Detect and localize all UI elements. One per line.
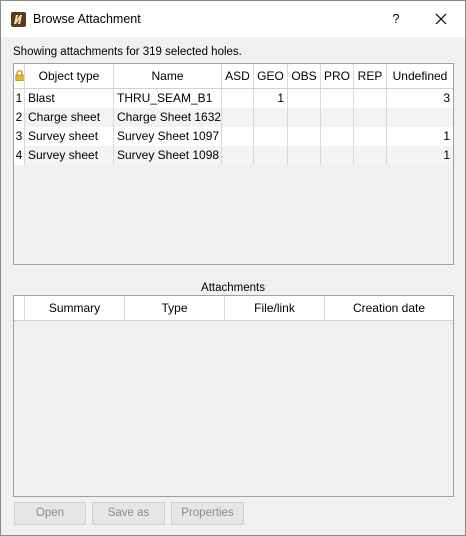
cell-geo[interactable] bbox=[254, 108, 288, 127]
properties-button[interactable]: Properties bbox=[171, 502, 244, 525]
cell-object-type[interactable]: Charge sheet bbox=[25, 108, 114, 127]
attachments-label: Attachments bbox=[201, 282, 265, 294]
open-button[interactable]: Open bbox=[14, 502, 86, 525]
objects-table: Object type Name ASD GEO OBS PRO REP Und… bbox=[13, 63, 454, 265]
cell-undefined[interactable]: 1 bbox=[387, 146, 453, 165]
table-row[interactable]: 2 Charge sheet Charge Sheet 1632 bbox=[14, 108, 453, 127]
column-header-summary[interactable]: Summary bbox=[25, 296, 125, 320]
column-header-file-link[interactable]: File/link bbox=[225, 296, 325, 320]
close-button[interactable] bbox=[429, 7, 453, 31]
cell-object-type[interactable]: Blast bbox=[25, 89, 114, 108]
objects-table-empty-area bbox=[14, 165, 453, 264]
row-number: 3 bbox=[14, 127, 25, 146]
cell-undefined[interactable] bbox=[387, 108, 453, 127]
cell-obs[interactable] bbox=[288, 127, 321, 146]
cell-name[interactable]: THRU_SEAM_B1 bbox=[114, 89, 222, 108]
cell-name[interactable]: Survey Sheet 1097 bbox=[114, 127, 222, 146]
cell-object-type[interactable]: Survey sheet bbox=[25, 127, 114, 146]
cell-object-type[interactable]: Survey sheet bbox=[25, 146, 114, 165]
cell-rep[interactable] bbox=[354, 108, 387, 127]
cell-pro[interactable] bbox=[321, 108, 354, 127]
header-corner bbox=[14, 296, 25, 320]
cell-obs[interactable] bbox=[288, 146, 321, 165]
column-header-geo[interactable]: GEO bbox=[254, 64, 288, 88]
cell-obs[interactable] bbox=[288, 108, 321, 127]
lock-icon bbox=[14, 70, 24, 81]
column-header-undefined[interactable]: Undefined bbox=[387, 64, 453, 88]
column-header-creation-date[interactable]: Creation date bbox=[325, 296, 453, 320]
close-icon bbox=[435, 13, 447, 25]
column-header-obs[interactable]: OBS bbox=[288, 64, 321, 88]
app-logo-icon bbox=[11, 12, 26, 27]
table-row[interactable]: 4 Survey sheet Survey Sheet 1098 1 bbox=[14, 146, 453, 165]
cell-undefined[interactable]: 1 bbox=[387, 127, 453, 146]
cell-geo[interactable]: 1 bbox=[254, 89, 288, 108]
cell-pro[interactable] bbox=[321, 146, 354, 165]
title-bar: Browse Attachment ? bbox=[1, 1, 465, 37]
attachments-table-header: Summary Type File/link Creation date bbox=[14, 296, 453, 321]
help-button[interactable]: ? bbox=[385, 7, 407, 31]
cell-geo[interactable] bbox=[254, 127, 288, 146]
column-header-asd[interactable]: ASD bbox=[222, 64, 254, 88]
cell-name[interactable]: Charge Sheet 1632 bbox=[114, 108, 222, 127]
cell-asd[interactable] bbox=[222, 146, 254, 165]
column-header-rep[interactable]: REP bbox=[354, 64, 387, 88]
cell-rep[interactable] bbox=[354, 127, 387, 146]
cell-pro[interactable] bbox=[321, 89, 354, 108]
table-row[interactable]: 1 Blast THRU_SEAM_B1 1 3 bbox=[14, 89, 453, 108]
cell-rep[interactable] bbox=[354, 146, 387, 165]
column-header-type[interactable]: Type bbox=[125, 296, 225, 320]
row-number: 2 bbox=[14, 108, 25, 127]
column-header-object-type[interactable]: Object type bbox=[25, 64, 114, 88]
cell-asd[interactable] bbox=[222, 108, 254, 127]
table-row[interactable]: 3 Survey sheet Survey Sheet 1097 1 bbox=[14, 127, 453, 146]
selection-info-text: Showing attachments for 319 selected hol… bbox=[13, 46, 242, 58]
column-header-pro[interactable]: PRO bbox=[321, 64, 354, 88]
cell-asd[interactable] bbox=[222, 127, 254, 146]
browse-attachment-dialog: Browse Attachment ? Showing attachments … bbox=[0, 0, 466, 536]
cell-name[interactable]: Survey Sheet 1098 bbox=[114, 146, 222, 165]
window-title: Browse Attachment bbox=[33, 12, 141, 26]
save-as-button[interactable]: Save as bbox=[92, 502, 165, 525]
cell-asd[interactable] bbox=[222, 89, 254, 108]
cell-undefined[interactable]: 3 bbox=[387, 89, 453, 108]
row-number: 4 bbox=[14, 146, 25, 165]
lock-column-header[interactable] bbox=[14, 64, 25, 88]
cell-pro[interactable] bbox=[321, 127, 354, 146]
row-number: 1 bbox=[14, 89, 25, 108]
objects-table-header: Object type Name ASD GEO OBS PRO REP Und… bbox=[14, 64, 453, 89]
cell-geo[interactable] bbox=[254, 146, 288, 165]
cell-obs[interactable] bbox=[288, 89, 321, 108]
column-header-name[interactable]: Name bbox=[114, 64, 222, 88]
attachments-table: Summary Type File/link Creation date bbox=[13, 295, 454, 497]
cell-rep[interactable] bbox=[354, 89, 387, 108]
